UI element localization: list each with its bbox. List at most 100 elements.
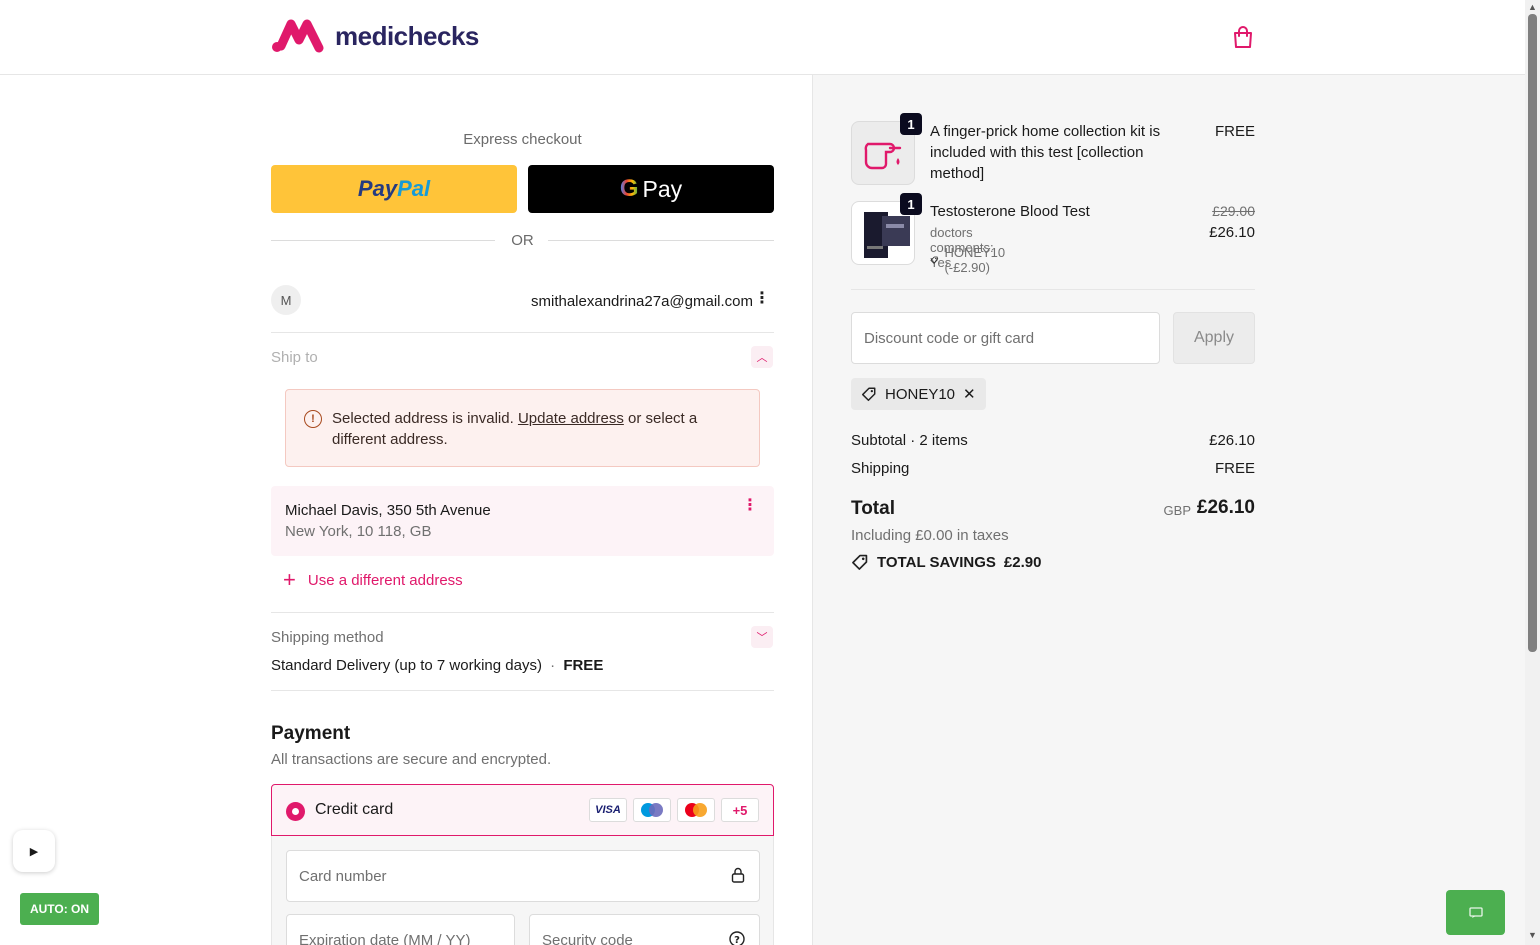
apply-discount-button[interactable]: Apply [1173, 312, 1255, 364]
play-icon: ▶ [29, 845, 39, 858]
shipping-method-expand-button[interactable]: ﹀ [751, 626, 773, 648]
remove-discount-button[interactable]: ✕ [963, 385, 976, 403]
invalid-address-alert: ! Selected address is invalid. Update ad… [285, 389, 760, 467]
total-currency: GBP [1163, 503, 1191, 518]
tag-icon [861, 387, 876, 402]
credit-card-option[interactable]: Credit card VISA +5 [271, 784, 774, 836]
shipping-row: Shipping FREE [851, 460, 1255, 477]
shopping-bag-icon [1234, 26, 1252, 48]
selected-address-card[interactable]: Michael Davis, 350 5th Avenue New York, … [271, 486, 774, 556]
warning-icon: ! [304, 410, 322, 428]
more-cards-badge[interactable]: +5 [721, 798, 759, 822]
card-logos: VISA +5 [589, 798, 759, 822]
shipping-method-name: Standard Delivery (up to 7 working days) [271, 657, 542, 674]
paypal-logo-part2: Pal [397, 176, 431, 201]
subtotal-value: £26.10 [1209, 432, 1255, 449]
scrollbar-thumb[interactable] [1528, 14, 1537, 652]
play-button[interactable]: ▶ [13, 830, 55, 872]
payment-title: Payment [271, 723, 351, 744]
section-divider [271, 612, 774, 613]
applied-discount-code: HONEY10 [885, 385, 956, 403]
summary-divider [851, 289, 1255, 290]
quantity-badge: 1 [900, 113, 922, 135]
express-checkout-title: Express checkout [463, 131, 582, 148]
quantity-badge: 1 [900, 193, 922, 215]
medichecks-logo[interactable]: medichecks [271, 18, 479, 54]
scroll-up-arrow-icon[interactable]: ▲ [1528, 2, 1537, 12]
shipping-value: FREE [1214, 460, 1255, 477]
google-pay-label: Pay [642, 175, 683, 202]
security-code-placeholder: Security code [542, 931, 633, 945]
page-scrollbar[interactable]: ▲ ▼ [1525, 0, 1540, 945]
mastercard-icon [677, 798, 715, 822]
item-price: £26.10 [1209, 224, 1255, 241]
chat-widget-button[interactable] [1446, 890, 1505, 935]
update-address-link[interactable]: Update address [518, 410, 624, 427]
or-line-right [548, 240, 774, 241]
chevron-down-icon: ﹀ [756, 632, 768, 644]
item-original-price: £29.00 [1212, 203, 1255, 219]
savings-value: £2.90 [1003, 553, 1042, 571]
google-pay-button[interactable]: G Pay [528, 165, 774, 213]
item-discount: HONEY10 (-£2.90) [930, 245, 1011, 275]
paypal-button[interactable]: Pay Pal [271, 165, 517, 213]
card-number-input[interactable]: Card number [286, 850, 760, 902]
item-name: Testosterone Blood Test [930, 203, 1090, 220]
cart-button[interactable] [1230, 24, 1256, 50]
address-menu-button[interactable]: ⋮ [742, 498, 758, 514]
lock-icon [731, 867, 745, 886]
scroll-down-arrow-icon[interactable]: ▼ [1528, 930, 1537, 940]
subtotal-row: Subtotal · 2 items £26.10 [851, 432, 1255, 449]
tag-icon [852, 554, 868, 570]
alert-message: Selected address is invalid. Update addr… [332, 408, 732, 450]
use-different-address-button[interactable]: + Use a different address [283, 569, 463, 591]
total-value: £26.10 [1196, 497, 1255, 518]
card-details-form: Card number Expiration date (MM / YY) Se… [271, 836, 774, 945]
shipping-method-label: Shipping method [271, 629, 384, 646]
expiration-placeholder: Expiration date (MM / YY) [299, 931, 471, 945]
checkout-form-column: Express checkout Pay Pal G Pay OR M smith… [0, 75, 812, 945]
subtotal-label: Subtotal · 2 items [851, 432, 968, 449]
avatar: M [271, 285, 301, 315]
maestro-icon [633, 798, 671, 822]
or-divider: OR [271, 231, 774, 251]
ship-to-collapse-button[interactable]: ︿ [751, 346, 773, 368]
address-line-2: New York, 10 118, GB [285, 523, 432, 540]
visa-icon: VISA [589, 798, 627, 822]
alert-prefix: Selected address is invalid. [332, 410, 514, 427]
shipping-method-value: Standard Delivery (up to 7 working days)… [271, 657, 603, 674]
brand-name: medichecks [335, 20, 479, 51]
auto-mode-button[interactable]: AUTO: ON [20, 893, 99, 925]
credit-card-label: Credit card [315, 801, 394, 818]
item-price: FREE [1214, 123, 1255, 140]
card-number-placeholder: Card number [299, 867, 387, 885]
discount-code-input[interactable]: Discount code or gift card [851, 312, 1160, 364]
shipping-method-price: FREE [563, 657, 604, 674]
plus-icon: + [283, 567, 296, 592]
svg-text:?: ? [734, 935, 740, 945]
item-discount-label: HONEY10 (-£2.90) [944, 245, 1006, 275]
section-divider [271, 690, 774, 691]
security-code-input[interactable]: Security code ? [529, 914, 760, 945]
medichecks-logo-mark [272, 19, 324, 53]
account-menu-button[interactable]: ⋮ [754, 291, 770, 307]
item-thumbnail: 1 [851, 113, 922, 185]
account-row: M smithalexandrina27a@gmail.com ⋮ [271, 285, 774, 333]
payment-subtitle: All transactions are secure and encrypte… [271, 751, 552, 768]
google-g-icon: G [619, 175, 639, 202]
total-label: Total [851, 498, 895, 519]
account-email: smithalexandrina27a@gmail.com [531, 293, 753, 310]
chat-icon [1468, 906, 1483, 918]
use-different-address-label: Use a different address [307, 571, 463, 589]
tax-line: Including £0.00 in taxes [851, 527, 1009, 544]
tag-icon [930, 256, 938, 264]
help-circle-icon[interactable]: ? [729, 931, 745, 945]
shipping-label: Shipping [851, 460, 910, 477]
ship-to-label: Ship to [271, 349, 318, 366]
expiration-date-input[interactable]: Expiration date (MM / YY) [286, 914, 515, 945]
paypal-logo-part1: Pay [357, 176, 398, 201]
discount-placeholder: Discount code or gift card [864, 329, 1035, 347]
credit-card-radio[interactable] [286, 802, 305, 821]
chevron-up-icon: ︿ [756, 352, 768, 364]
applied-discount-chip: HONEY10 ✕ [851, 378, 986, 410]
